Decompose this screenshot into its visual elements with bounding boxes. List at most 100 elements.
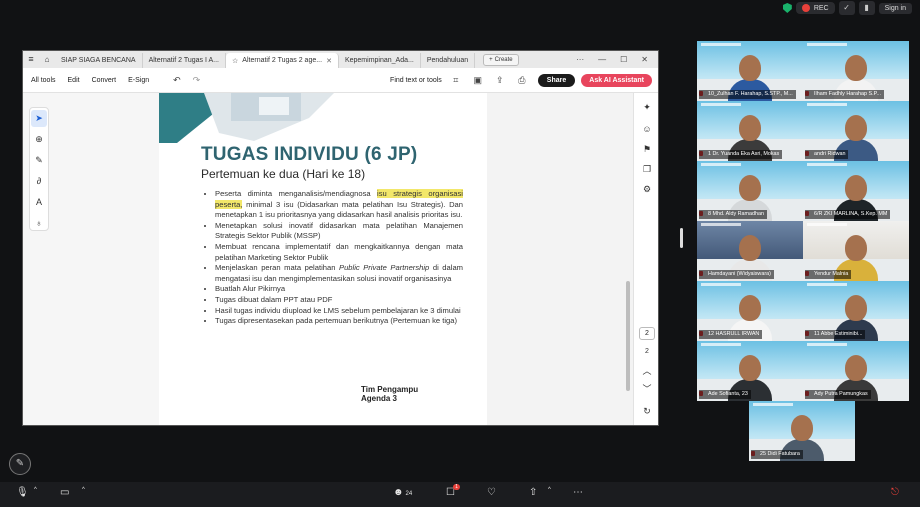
home-icon[interactable]: ⌂ [39,51,55,68]
participant-head [845,235,867,261]
close-window-icon[interactable]: ✕ [641,55,648,64]
participant-name: andri Ridwan [805,150,849,159]
bookmark-icon[interactable]: ⚑ [641,143,653,155]
sign-in-button[interactable]: Sign in [878,2,912,14]
draw-icon[interactable]: ∂ [31,173,47,190]
pages-icon[interactable]: ❐ [641,163,653,175]
minimize-icon[interactable]: — [598,55,606,64]
gallery-resize-handle[interactable] [680,228,683,248]
document-tab[interactable]: Pendahuluan [421,53,476,68]
document-tab[interactable]: Kepemimpinan_Ada... [339,53,421,68]
document-tab-active[interactable]: ☆ Alternatif 2 Tugas 2 age... ✕ [226,53,339,68]
slide-header-graphic [159,93,334,143]
annotate-pencil-icon[interactable]: ✎ [9,453,31,475]
slide-subtitle: Pertemuan ke dua (Hari ke 18) [201,167,366,181]
attachments-icon[interactable]: ⚙ [641,183,653,195]
chat-icon[interactable]: ☐ 1 [446,484,460,498]
print-icon[interactable]: ⎙ [516,74,528,86]
participant-tile[interactable]: 10_Zulhan F. Harahap, S.STP., M... [697,41,803,101]
participant-tile[interactable]: 8 Mhd. Aldy Ramadhan [697,161,803,221]
view-layout-icon[interactable]: ▮ [858,1,875,15]
participant-tile[interactable]: Ade Sofianta, 23 [697,341,803,401]
text-box-icon[interactable]: A [31,194,47,211]
organize-icon[interactable]: ⌗ [450,74,462,86]
reactions-icon[interactable]: ✓ [838,1,855,15]
participants-icon[interactable]: ☻ 24 [393,487,412,498]
maximize-icon[interactable]: ☐ [620,55,627,64]
find-text-search[interactable]: Find text or tools [390,77,442,84]
background-logo [807,43,847,46]
share-button[interactable]: Share [537,73,576,87]
participant-tile[interactable]: 25 Didi Fatubara [749,401,855,461]
footer-line1: Tim Pengampu [361,385,419,394]
participant-tile[interactable]: Yendur Malnia [803,221,909,281]
security-shield-icon[interactable] [782,3,792,13]
stamp-icon[interactable]: ♁ [31,215,47,232]
audio-options-chevron-icon[interactable]: ^ [34,487,37,493]
menu-convert[interactable]: Convert [92,77,117,84]
participant-tile[interactable]: Hamdayani (Widyaiswara) [697,221,803,281]
recording-indicator[interactable]: REC [795,2,835,14]
background-logo [701,283,741,286]
background-logo [807,223,847,226]
participant-tile[interactable]: Ilham Fadhly Harahap S.P... [803,41,909,101]
list-item: Membuat rencana implementatif dan mengka… [215,242,463,263]
rotate-icon[interactable]: ↻ [641,405,653,417]
close-tab-icon[interactable]: ✕ [326,57,332,65]
participant-head [739,355,761,381]
background-logo [701,43,741,46]
participant-tile[interactable]: 12 HASRULL IRWAN [697,281,803,341]
participant-tile[interactable]: 6/R ZKI MARLINA, S.Kep. MM [803,161,909,221]
page-down-icon[interactable]: ﹀ [641,383,653,395]
participant-head [739,235,761,261]
background-logo [807,283,847,286]
comment-icon[interactable]: ⊕ [31,131,47,148]
right-toolstrip: ✦ ☺ ⚑ ❐ ⚙ 2 2 ︿ ﹀ ↻ [633,93,658,425]
mute-mic-icon[interactable]: 🎙 [16,487,29,498]
participant-tile[interactable]: andri Ridwan [803,101,909,161]
ai-assistant-button[interactable]: Ask AI Assistant [581,73,652,87]
save-icon[interactable]: ▣ [472,74,484,86]
leave-meeting-icon[interactable]: ⎋ [891,487,899,498]
upload-icon[interactable]: ⇪ [494,74,506,86]
select-cursor-icon[interactable]: ➤ [31,110,47,127]
create-label: Create [494,56,513,63]
star-icon[interactable]: ☆ [232,57,238,65]
more-options-icon[interactable]: ⋯ [573,487,583,498]
share-options-chevron-icon[interactable]: ^ [548,487,551,493]
slide-footer: Tim Pengampu Agenda 3 [361,385,418,403]
undo-icon[interactable]: ↶ [173,75,181,86]
document-scrollbar[interactable] [626,281,630,391]
tab-label: Alternatif 2 Tugas I A... [148,57,220,64]
list-item: Hasil tugas individu diupload ke LMS seb… [215,306,463,317]
react-heart-icon[interactable]: ♡ [487,487,496,498]
redo-icon[interactable]: ↷ [193,75,201,86]
participant-tile[interactable]: Ady Putra Pamungkas [803,341,909,401]
ai-sparkle-icon[interactable]: ✦ [641,101,653,113]
more-icon[interactable]: ··· [576,55,584,64]
share-screen-icon[interactable]: ⇧ [529,487,537,498]
participant-head [845,55,867,81]
comments-icon[interactable]: ☺ [641,123,653,135]
document-tab[interactable]: SIAP SIAGA BENCANA [55,53,143,68]
page-current-field[interactable]: 2 [639,327,655,340]
menu-icon[interactable]: ≡ [23,51,39,68]
rec-label: REC [813,4,829,12]
video-options-chevron-icon[interactable]: ^ [82,487,85,493]
participant-tile[interactable]: 1 Dr. Yuanda Eka Asri, Mokas [697,101,803,161]
create-button[interactable]: + Create [483,53,519,66]
menu-all-tools[interactable]: All tools [31,77,56,84]
pdf-page: TUGAS INDIVIDU (6 JP) Pertemuan ke dua (… [159,93,487,425]
document-tab[interactable]: Alternatif 2 Tugas I A... [143,53,227,68]
chat-badge: 1 [453,484,460,490]
background-logo [701,103,741,106]
participant-name: 12 HASRULL IRWAN [699,330,763,339]
participant-tile[interactable]: 11 Abbe Estiminibi... [803,281,909,341]
menu-edit[interactable]: Edit [68,77,80,84]
plus-icon: + [489,56,493,63]
video-camera-icon[interactable]: ▭ [60,487,69,498]
highlight-pen-icon[interactable]: ✎ [31,152,47,169]
page-up-icon[interactable]: ︿ [641,365,653,377]
menu-esign[interactable]: E-Sign [128,77,149,84]
participant-name: 6/R ZKI MARLINA, S.Kep. MM [805,210,891,219]
